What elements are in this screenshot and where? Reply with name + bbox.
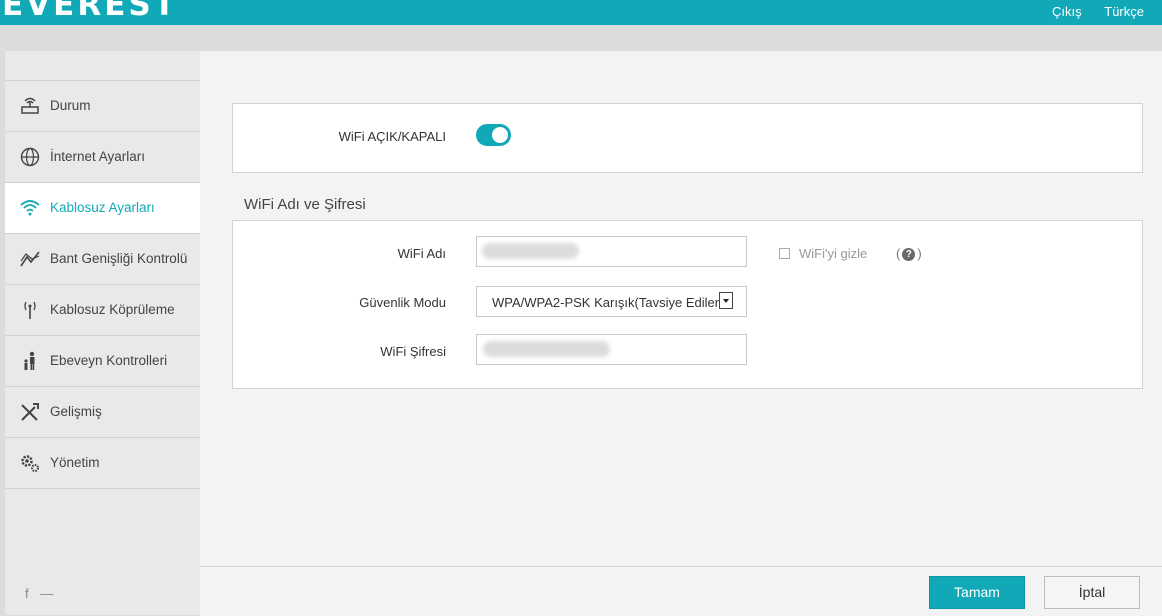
logout-link[interactable]: Çıkış	[1052, 4, 1082, 19]
redacted-value	[483, 341, 610, 357]
security-mode-value: WPA/WPA2-PSK Karışık(Tavsiye Edilen)	[492, 295, 719, 310]
everest-logo: EVEREST	[2, 0, 178, 18]
wifi-section-title: WiFi Adı ve Şifresi	[244, 196, 366, 213]
sidebar-item-label: Yönetim	[50, 455, 100, 470]
wifi-settings-panel: WiFi Adı WiFi'yi gizle (?) Güvenlik Modu…	[232, 220, 1143, 389]
antenna-icon	[24, 301, 36, 319]
top-bar: EVEREST Çıkış Türkçe	[0, 0, 1162, 25]
gears-icon	[21, 455, 39, 472]
security-mode-label: Güvenlik Modu	[359, 295, 446, 310]
sidebar-item-label: Durum	[50, 98, 91, 113]
help-icon: ?	[902, 248, 916, 261]
wifi-name-input[interactable]	[476, 236, 747, 267]
cancel-button[interactable]: İptal	[1044, 576, 1140, 609]
wifi-password-label: WiFi Şifresi	[380, 344, 446, 359]
sidebar-menu: Durum İnternet Ayarları Kablosuz Ayarlar…	[5, 80, 200, 489]
main-content: WiFi AÇIK/KAPALI WiFi Adı ve Şifresi WiF…	[200, 51, 1162, 566]
wifi-name-label: WiFi Adı	[397, 246, 446, 261]
sidebar-item-label: İnternet Ayarları	[50, 149, 146, 164]
hide-wifi-checkbox[interactable]	[779, 248, 790, 259]
wifi-password-input[interactable]	[476, 334, 747, 365]
tools-icon	[21, 403, 39, 421]
sidebar-item-label: Ebeveyn Kontrolleri	[50, 353, 168, 368]
sidebar-item-label: Kablosuz Ayarları	[50, 200, 155, 215]
sidebar-item-label: Kablosuz Köprüleme	[50, 302, 175, 317]
sidebar-item-wireless[interactable]: Kablosuz Ayarları	[5, 183, 200, 234]
help-paren-open: (	[896, 246, 901, 261]
ok-button[interactable]: Tamam	[929, 576, 1025, 609]
globe-icon	[20, 147, 40, 167]
social-links: f —	[25, 586, 61, 601]
parent-child-icon	[24, 351, 35, 370]
help-paren-close: )	[917, 246, 922, 261]
hide-wifi-label: WiFi'yi gizle	[799, 246, 868, 261]
sidebar-item-durum[interactable]: Durum	[5, 81, 200, 132]
chevron-down-icon	[719, 292, 733, 309]
security-mode-select[interactable]: WPA/WPA2-PSK Karışık(Tavsiye Edilen)	[476, 286, 747, 317]
sidebar-item-management[interactable]: Yönetim	[5, 438, 200, 489]
sidebar-item-advanced[interactable]: Gelişmiş	[5, 387, 200, 438]
top-links: Çıkış Türkçe	[1033, 4, 1144, 19]
wifi-toggle-switch[interactable]	[476, 124, 511, 146]
sidebar-item-bandwidth[interactable]: Bant Genişliği Kontrolü	[5, 234, 200, 285]
sidebar-item-bridge[interactable]: Kablosuz Köprüleme	[5, 285, 200, 336]
sidebar: Durum İnternet Ayarları Kablosuz Ayarlar…	[5, 51, 200, 615]
sidebar-item-label: Bant Genişliği Kontrolü	[50, 251, 188, 266]
bandwidth-chart-icon	[20, 251, 40, 267]
help-button[interactable]: (?)	[896, 246, 922, 261]
sidebar-item-label: Gelişmiş	[50, 404, 102, 419]
sidebar-item-parental[interactable]: Ebeveyn Kontrolleri	[5, 336, 200, 387]
wifi-icon	[20, 200, 40, 216]
redacted-value	[482, 243, 579, 259]
wifi-toggle-panel: WiFi AÇIK/KAPALI	[232, 103, 1143, 173]
footer-bar: Tamam İptal	[200, 566, 1162, 616]
wifi-toggle-label: WiFi AÇIK/KAPALI	[338, 129, 446, 144]
router-icon	[21, 97, 39, 114]
language-link[interactable]: Türkçe	[1104, 4, 1144, 19]
sidebar-item-internet[interactable]: İnternet Ayarları	[5, 132, 200, 183]
facebook-icon[interactable]: f	[25, 586, 29, 601]
social-link-icon[interactable]: —	[40, 586, 53, 601]
